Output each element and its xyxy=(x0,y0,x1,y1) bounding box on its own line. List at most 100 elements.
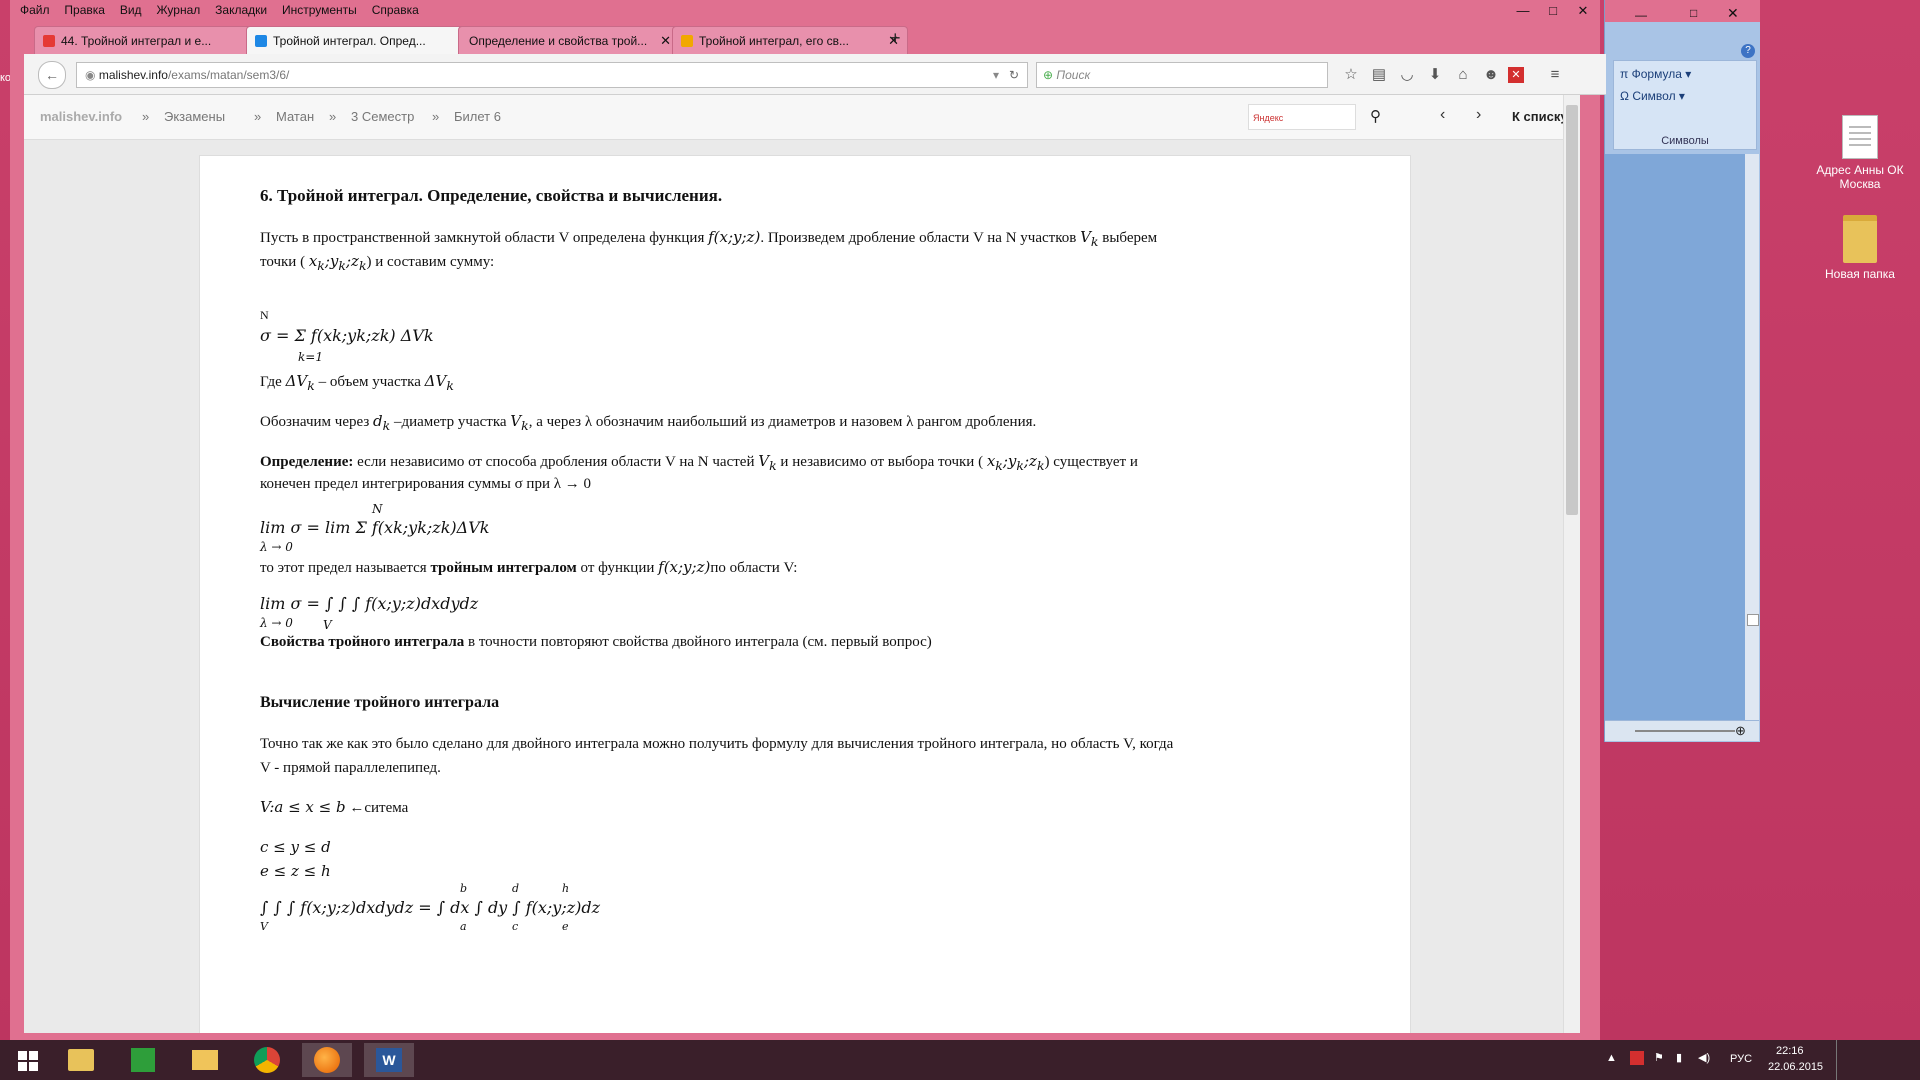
breadcrumb-exams[interactable]: Экзамены xyxy=(164,109,225,124)
text: по области V: xyxy=(710,560,798,576)
integral-domain: V xyxy=(323,618,332,632)
word-scrollbar[interactable] xyxy=(1745,154,1759,730)
zoom-in-icon[interactable]: ⊕ xyxy=(1735,723,1746,739)
back-arrow-icon[interactable]: ← xyxy=(38,61,66,89)
zoom-bar[interactable]: ⊕ xyxy=(1605,720,1759,741)
desktop-icon-label: Адрес Анны ОК Москва xyxy=(1816,163,1904,191)
addon-icon[interactable]: ✕ xyxy=(1508,67,1524,83)
site-logo[interactable]: malishev.info xyxy=(40,109,122,124)
folder-icon xyxy=(68,1049,94,1071)
url-host: malishev.info xyxy=(98,68,168,82)
limit-sum-formula: lim σ = lim Σ f(xk;yk;zk)ΔVk xyxy=(260,518,490,537)
download-icon[interactable]: ⬇ xyxy=(1424,64,1446,86)
paragraph-calc: Точно так же как это было сделано для дв… xyxy=(260,736,1174,752)
close-tab-icon[interactable]: ✕ xyxy=(660,27,671,55)
volume-icon[interactable]: ◀) xyxy=(1698,1051,1710,1064)
start-button[interactable] xyxy=(4,1043,54,1077)
chat-icon[interactable]: ☻ xyxy=(1480,64,1502,86)
tab-4[interactable]: Тройной интеграл, его св... ✕ xyxy=(672,26,908,55)
taskbar-firefox[interactable] xyxy=(302,1043,352,1077)
language-indicator[interactable]: РУС xyxy=(1730,1053,1752,1065)
text: если независимо от способа дробления обл… xyxy=(353,454,759,470)
system-line-3: e ≤ z ≤ h xyxy=(260,862,331,880)
tab-3[interactable]: Определение и свойства трой... ✕ xyxy=(458,26,680,55)
search-icon[interactable]: ⚲ xyxy=(1370,107,1381,125)
text: в точности повторяют свойства двойного и… xyxy=(464,634,932,650)
page-scrollbar[interactable] xyxy=(1563,95,1580,1033)
back-to-list-link[interactable]: К списку xyxy=(1512,109,1568,124)
taskbar-store[interactable] xyxy=(118,1043,168,1077)
maximize-icon[interactable]: □ xyxy=(1690,6,1697,20)
scroll-thumb[interactable] xyxy=(1566,105,1578,515)
tab-1[interactable]: 44. Тройной интеграл и е... ✕ xyxy=(34,26,270,55)
limit-integral-formula: lim σ = ∫ ∫ ∫ f(x;y;z)dxdydz xyxy=(260,594,479,613)
limit-c: c xyxy=(512,920,519,933)
sum-top-limit: N xyxy=(260,308,269,322)
section-heading: Вычисление тройного интеграла xyxy=(260,694,500,711)
menu-view[interactable]: Вид xyxy=(120,0,142,20)
reading-list-icon[interactable]: ▤ xyxy=(1368,64,1390,86)
scroll-thumb[interactable] xyxy=(1747,614,1759,626)
text: Где xyxy=(260,374,286,390)
menu-icon[interactable]: ≡ xyxy=(1544,64,1566,86)
desktop-icon-file[interactable]: Адрес Анны ОК Москва xyxy=(1815,115,1905,191)
menu-bar: Файл Правка Вид Журнал Закладки Инструме… xyxy=(20,0,1600,20)
menu-file[interactable]: Файл xyxy=(20,0,50,20)
close-icon[interactable]: ✕ xyxy=(1565,0,1601,22)
math-v: V xyxy=(510,412,522,430)
close-icon[interactable]: ✕ xyxy=(1727,5,1739,22)
paragraph-calc-2: V - прямой параллелепипед. xyxy=(260,760,441,776)
breadcrumb-matan[interactable]: Матан xyxy=(276,109,314,124)
minimize-icon[interactable]: — xyxy=(1635,8,1647,22)
formula-button[interactable]: π Формула ▾ xyxy=(1620,67,1691,81)
tab-bar: 44. Тройной интеграл и е... ✕ Тройной ин… xyxy=(34,26,1580,55)
prev-arrow-icon[interactable]: ‹ xyxy=(1440,106,1445,124)
bookmark-star-icon[interactable]: ☆ xyxy=(1340,64,1362,86)
menu-tools[interactable]: Инструменты xyxy=(282,0,357,20)
math-dv: ΔV xyxy=(424,372,447,390)
menu-bookmarks[interactable]: Закладки xyxy=(215,0,267,20)
next-arrow-icon[interactable]: › xyxy=(1476,106,1481,124)
antivirus-icon[interactable] xyxy=(1630,1051,1644,1065)
clock-time[interactable]: 22:16 xyxy=(1776,1045,1804,1057)
desktop-icon-folder[interactable]: Новая папка xyxy=(1815,215,1905,281)
chrome-icon xyxy=(254,1047,280,1073)
menu-help[interactable]: Справка xyxy=(372,0,419,20)
symbol-label: Символ xyxy=(1632,89,1676,103)
taskbar-chrome[interactable] xyxy=(242,1043,292,1077)
sum-top-limit-2: N xyxy=(372,502,383,516)
zoom-slider[interactable] xyxy=(1635,730,1735,732)
symbol-button[interactable]: Ω Символ ▾ xyxy=(1620,89,1685,103)
flag-icon[interactable]: ⚑ xyxy=(1654,1051,1664,1064)
network-icon[interactable]: ▮ xyxy=(1676,1051,1682,1064)
search-placeholder: Поиск xyxy=(1056,68,1091,82)
home-icon[interactable]: ⌂ xyxy=(1452,64,1474,86)
definition-label: Определение: xyxy=(260,454,354,470)
pocket-icon[interactable]: ◡ xyxy=(1396,64,1418,86)
paragraph-intro: Пусть в пространственной замкнутой облас… xyxy=(260,228,1158,249)
menu-history[interactable]: Журнал xyxy=(156,0,200,20)
search-bar[interactable]: ⊕ Поиск xyxy=(1036,62,1328,88)
tab-2-active[interactable]: Тройной интеграл. Опред... ✕ xyxy=(246,26,482,55)
math-dv: ΔV xyxy=(285,372,308,390)
clock-date[interactable]: 22.06.2015 xyxy=(1768,1061,1823,1073)
url-bar[interactable]: ◉ malishev.info/exams/matan/sem3/6/ ▾ ↻ xyxy=(76,62,1028,88)
tab-label: Определение и свойства трой... xyxy=(469,34,648,48)
word-side-window: — □ ✕ π Формула ▾ Ω Символ ▾ Символы ? ⊕ xyxy=(1604,0,1760,742)
dropdown-icon[interactable]: ▾ xyxy=(993,63,999,87)
breadcrumb-semester[interactable]: 3 Семестр xyxy=(351,109,414,124)
show-desktop-button[interactable] xyxy=(1836,1040,1843,1080)
math-f: f(x;y;z) xyxy=(708,228,761,246)
site-info-icon[interactable]: ◉ xyxy=(85,68,95,82)
taskbar-explorer[interactable] xyxy=(56,1043,106,1077)
reload-icon[interactable]: ↻ xyxy=(1009,63,1019,87)
math-f: f(x;y;z) xyxy=(658,558,711,576)
breadcrumb-sep: » xyxy=(254,109,262,124)
help-icon[interactable]: ? xyxy=(1741,44,1755,58)
taskbar-mail[interactable] xyxy=(180,1043,230,1077)
tray-expand-icon[interactable]: ▲ xyxy=(1606,1052,1617,1064)
taskbar-word[interactable]: W xyxy=(364,1043,414,1077)
menu-edit[interactable]: Правка xyxy=(64,0,105,20)
site-search-input[interactable]: Яндекс xyxy=(1248,104,1356,130)
new-tab-button[interactable]: + xyxy=(890,28,901,49)
